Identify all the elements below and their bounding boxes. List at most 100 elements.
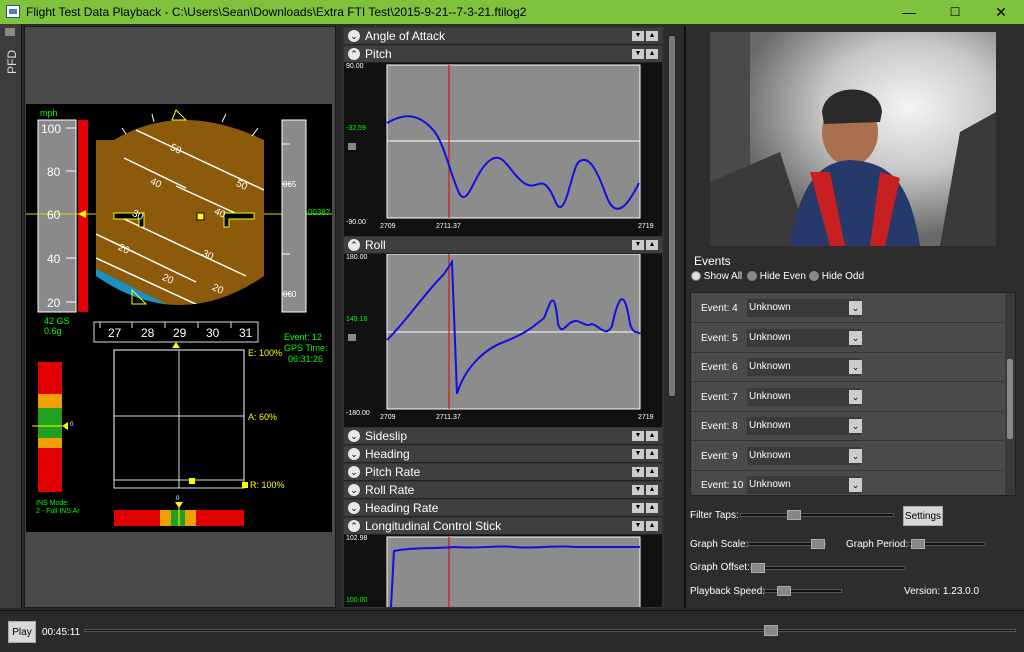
move-down-icon[interactable]: ▼: [632, 240, 644, 250]
radio-icon[interactable]: [747, 271, 757, 282]
chevron-down-icon[interactable]: ⌄: [849, 419, 862, 433]
radio-icon[interactable]: [809, 271, 819, 282]
event-type-select[interactable]: Unknown: [747, 299, 861, 317]
roll-x1: 2719: [638, 414, 654, 421]
move-down-icon[interactable]: ▼: [632, 485, 644, 495]
move-up-icon[interactable]: ▲: [646, 431, 658, 441]
event-type-select[interactable]: Unknown: [747, 447, 861, 465]
move-down-icon[interactable]: ▼: [632, 31, 644, 41]
filter-taps-slider[interactable]: [740, 510, 894, 520]
event-type-select[interactable]: Unknown: [747, 388, 861, 406]
expand-icon[interactable]: ⌄: [348, 484, 360, 496]
expand-icon[interactable]: ⌄: [348, 502, 360, 514]
filter-hide-odd[interactable]: Hide Odd: [809, 271, 864, 282]
pitch-xcursor: 2711.37: [436, 223, 461, 230]
speed-unit: mph: [40, 108, 58, 118]
timeline-thumb[interactable]: [764, 625, 778, 636]
graph-header-heading-rate[interactable]: ⌄ Heading Rate ▼ ▲: [344, 500, 662, 517]
move-down-icon[interactable]: ▼: [632, 431, 644, 441]
move-up-icon[interactable]: ▲: [646, 31, 658, 41]
pitch-plot: [386, 64, 641, 219]
slider-thumb[interactable]: [751, 563, 765, 573]
timeline-slider[interactable]: [84, 625, 1016, 636]
gps-time-value: 06:31:26: [288, 354, 324, 364]
alt-tick-060: 060: [283, 290, 297, 299]
move-down-icon[interactable]: ▼: [632, 503, 644, 513]
pfd-side-tab[interactable]: PFD: [0, 24, 22, 608]
filter-show-all[interactable]: Show All: [691, 271, 742, 282]
slider-thumb[interactable]: [811, 539, 825, 549]
move-down-icon[interactable]: ▼: [632, 449, 644, 459]
heading-tick-28: 28: [141, 326, 155, 340]
move-up-icon[interactable]: ▲: [646, 49, 658, 59]
collapse-icon[interactable]: ⌃: [348, 520, 360, 532]
expand-icon[interactable]: ⌄: [348, 430, 360, 442]
play-button[interactable]: Play: [8, 621, 36, 643]
event-type-select[interactable]: Unknown: [747, 358, 861, 376]
graph-header-heading[interactable]: ⌄ Heading ▼ ▲: [344, 446, 662, 463]
filter-hide-even[interactable]: Hide Even: [747, 271, 806, 282]
cockpit-video-image: [710, 32, 996, 246]
chevron-down-icon[interactable]: ⌄: [849, 478, 862, 492]
graph-header-roll-rate[interactable]: ⌄ Roll Rate ▼ ▲: [344, 482, 662, 499]
slider-thumb[interactable]: [777, 586, 791, 596]
slider-thumb[interactable]: [787, 510, 801, 520]
radio-icon[interactable]: [691, 271, 701, 282]
pin-icon[interactable]: [5, 28, 15, 36]
event-type-select[interactable]: Unknown: [747, 329, 861, 347]
playback-speed-slider[interactable]: [764, 586, 842, 596]
move-up-icon[interactable]: ▲: [646, 449, 658, 459]
settings-button[interactable]: Settings: [903, 506, 943, 526]
expand-icon[interactable]: ⌄: [348, 448, 360, 460]
close-button[interactable]: ✕: [978, 0, 1024, 24]
chevron-down-icon[interactable]: ⌄: [849, 390, 862, 404]
move-down-icon[interactable]: ▼: [632, 521, 644, 531]
roll-handle[interactable]: [348, 334, 356, 341]
scrollbar-thumb[interactable]: [669, 36, 675, 396]
expand-icon[interactable]: ⌄: [348, 30, 360, 42]
graph-header-angle-of-attack[interactable]: ⌄ Angle of Attack ▼ ▲: [344, 28, 662, 45]
chevron-down-icon[interactable]: ⌄: [849, 331, 862, 345]
chevron-down-icon[interactable]: ⌄: [849, 360, 862, 374]
pitch-handle[interactable]: [348, 143, 356, 150]
scrollbar-thumb[interactable]: [1007, 359, 1013, 439]
event-label: Event: 10: [701, 480, 744, 491]
graphs-scrollbar[interactable]: [667, 26, 677, 608]
maximize-button[interactable]: ☐: [932, 0, 978, 24]
expand-icon[interactable]: ⌄: [348, 466, 360, 478]
chevron-down-icon[interactable]: ⌄: [849, 301, 862, 315]
graph-header-pitch-rate[interactable]: ⌄ Pitch Rate ▼ ▲: [344, 464, 662, 481]
move-down-icon[interactable]: ▼: [632, 49, 644, 59]
event-type-select[interactable]: Unknown: [747, 476, 861, 494]
slider-thumb[interactable]: [911, 539, 925, 549]
pitch-ycurrent: -32.59: [346, 125, 366, 132]
move-up-icon[interactable]: ▲: [646, 240, 658, 250]
graph-header-sideslip[interactable]: ⌄ Sideslip ▼ ▲: [344, 428, 662, 445]
graph-period-slider[interactable]: [908, 539, 986, 549]
graph-header-roll[interactable]: ⌃ Roll ▼ ▲: [344, 237, 662, 254]
move-up-icon[interactable]: ▲: [646, 467, 658, 477]
graph-offset-slider[interactable]: [750, 563, 906, 573]
move-down-icon[interactable]: ▼: [632, 467, 644, 477]
minimize-button[interactable]: —: [886, 0, 932, 24]
roll-x0: 2709: [380, 414, 396, 421]
move-up-icon[interactable]: ▲: [646, 485, 658, 495]
stick-graph: 102.98 100.00: [344, 535, 662, 607]
chevron-down-icon[interactable]: ⌄: [849, 449, 862, 463]
move-up-icon[interactable]: ▲: [646, 521, 658, 531]
pfd-graphics: [26, 109, 332, 526]
events-title: Events: [694, 254, 731, 268]
graph-scale-slider[interactable]: [748, 539, 826, 549]
graph-header-pitch[interactable]: ⌃ Pitch ▼ ▲: [344, 46, 662, 63]
video-frame: [710, 32, 996, 246]
events-scrollbar[interactable]: [1005, 293, 1015, 495]
graph-title: Pitch: [365, 47, 392, 61]
speed-tick-80: 80: [47, 165, 61, 179]
move-up-icon[interactable]: ▲: [646, 503, 658, 513]
collapse-icon[interactable]: ⌃: [348, 239, 360, 251]
stick-ymin: 100.00: [346, 597, 368, 604]
graph-header-longitudinal-control-stick[interactable]: ⌃ Longitudinal Control Stick ▼ ▲: [344, 518, 662, 535]
event-type-select[interactable]: Unknown: [747, 417, 861, 435]
primary-flight-display: mph 100 80 60 40 20 42 GS 0.6g 065 060 0…: [26, 104, 332, 532]
collapse-icon[interactable]: ⌃: [348, 48, 360, 60]
